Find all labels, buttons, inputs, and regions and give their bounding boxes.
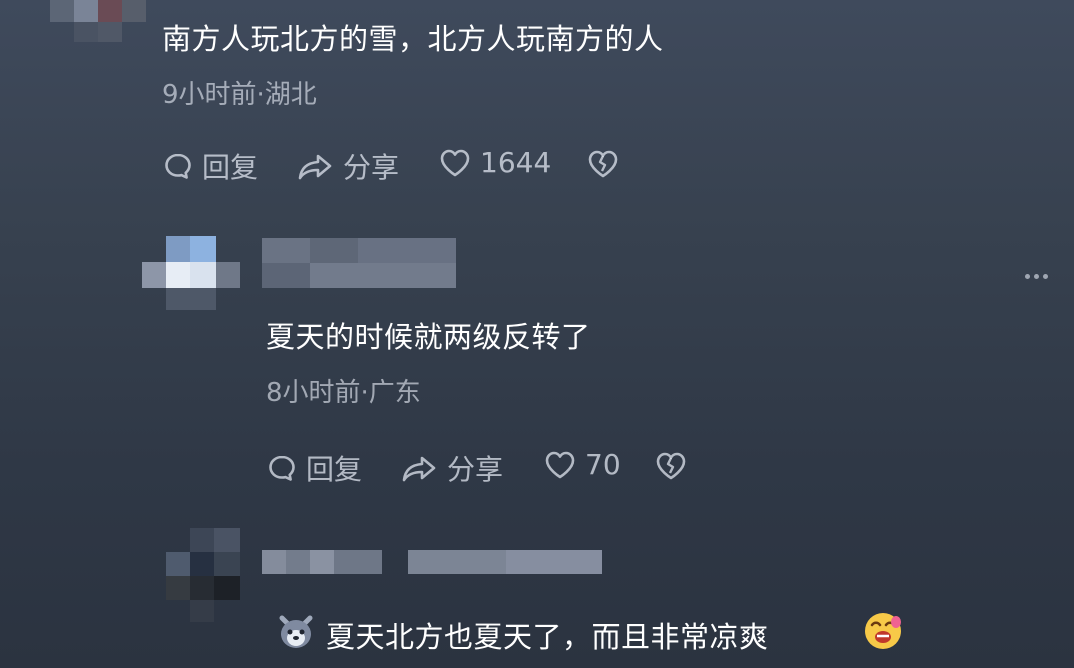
comment-text: 夏天的时候就两级反转了 [266,320,591,354]
more-dots-icon [1025,274,1030,279]
avatar[interactable] [142,236,240,312]
broken-heart-icon [586,148,620,180]
share-button[interactable]: 分享 [297,146,399,186]
broken-heart-icon [654,450,688,482]
comment-text: 南方人玩北方的雪，北方人玩南方的人 [162,22,664,56]
username-redacted[interactable] [262,550,602,576]
like-count: 1644 [480,146,552,179]
share-button[interactable]: 分享 [401,448,503,488]
username-redacted[interactable] [262,238,456,288]
comment-bubble-icon [162,150,194,182]
share-arrow-icon [401,452,439,484]
like-count: 70 [585,448,621,481]
reply-label: 回复 [202,151,259,184]
reply-button[interactable]: 回复 [162,146,258,186]
share-label: 分享 [343,151,400,184]
comment-text: 夏天北方也夏天了，而且非常凉爽 [326,620,769,654]
avatar[interactable] [166,528,240,624]
comment-meta: 9小时前·湖北 [162,80,317,110]
avatar[interactable] [50,0,146,44]
comment-meta: 8小时前·广东 [266,378,421,408]
share-label: 分享 [447,453,504,486]
like-button[interactable]: 70 [543,448,621,481]
emoji-sticker-husky [276,612,316,656]
reply-label: 回复 [306,453,363,486]
more-options-button[interactable] [1025,274,1048,279]
reply-button[interactable]: 回复 [266,448,362,488]
emoji-drool-face [862,610,904,656]
dislike-button[interactable] [654,450,688,482]
comment-bubble-icon [266,452,298,484]
dislike-button[interactable] [586,148,620,180]
share-arrow-icon [297,150,335,182]
heart-icon [543,449,577,481]
like-button[interactable]: 1644 [438,146,551,179]
heart-icon [438,147,472,179]
